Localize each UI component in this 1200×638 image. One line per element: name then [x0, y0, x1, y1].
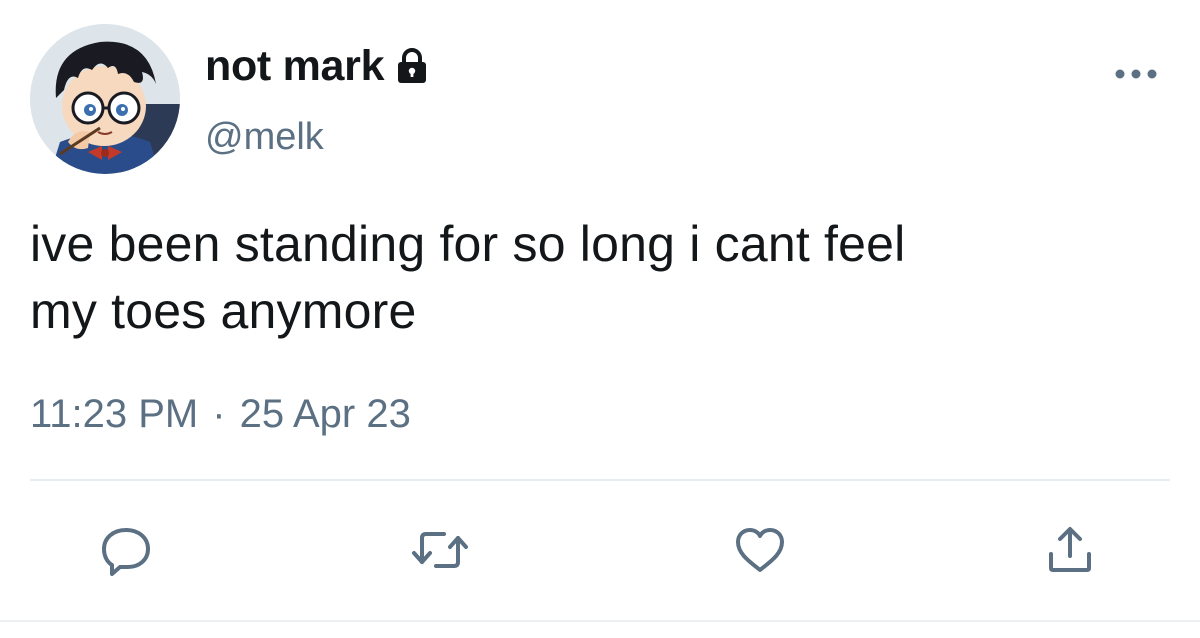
reply-button[interactable] — [96, 520, 156, 580]
retweet-icon — [412, 532, 468, 568]
author-row: not mark — [205, 38, 428, 94]
retweet-button[interactable] — [410, 520, 470, 580]
timestamp[interactable]: 11:23 PM · 25 Apr 23 — [30, 392, 411, 437]
share-button[interactable] — [1040, 520, 1100, 580]
tweet-text-line: my toes anymore — [30, 283, 417, 339]
display-name[interactable]: not mark — [205, 42, 385, 91]
action-bar — [0, 520, 1200, 580]
tweet-card: not mark @melk ive been standing for so … — [0, 0, 1200, 638]
share-icon — [1049, 527, 1091, 572]
reply-icon — [102, 528, 150, 576]
avatar[interactable] — [30, 24, 180, 174]
tweet-time: 11:23 PM — [30, 392, 199, 436]
user-handle[interactable]: @melk — [205, 116, 324, 159]
tweet-date: 25 Apr 23 — [239, 392, 411, 436]
bottom-divider — [0, 620, 1200, 622]
like-button[interactable] — [730, 520, 790, 580]
lock-icon — [398, 48, 427, 83]
more-options-icon[interactable] — [1112, 64, 1160, 84]
like-icon — [736, 528, 784, 572]
timestamp-separator: · — [212, 392, 226, 436]
tweet-text-line: ive been standing for so long i cant fee… — [30, 216, 906, 272]
avatar-illustration — [30, 24, 180, 174]
divider — [30, 479, 1170, 481]
tweet-text: ive been standing for so long i cant fee… — [30, 211, 1180, 345]
